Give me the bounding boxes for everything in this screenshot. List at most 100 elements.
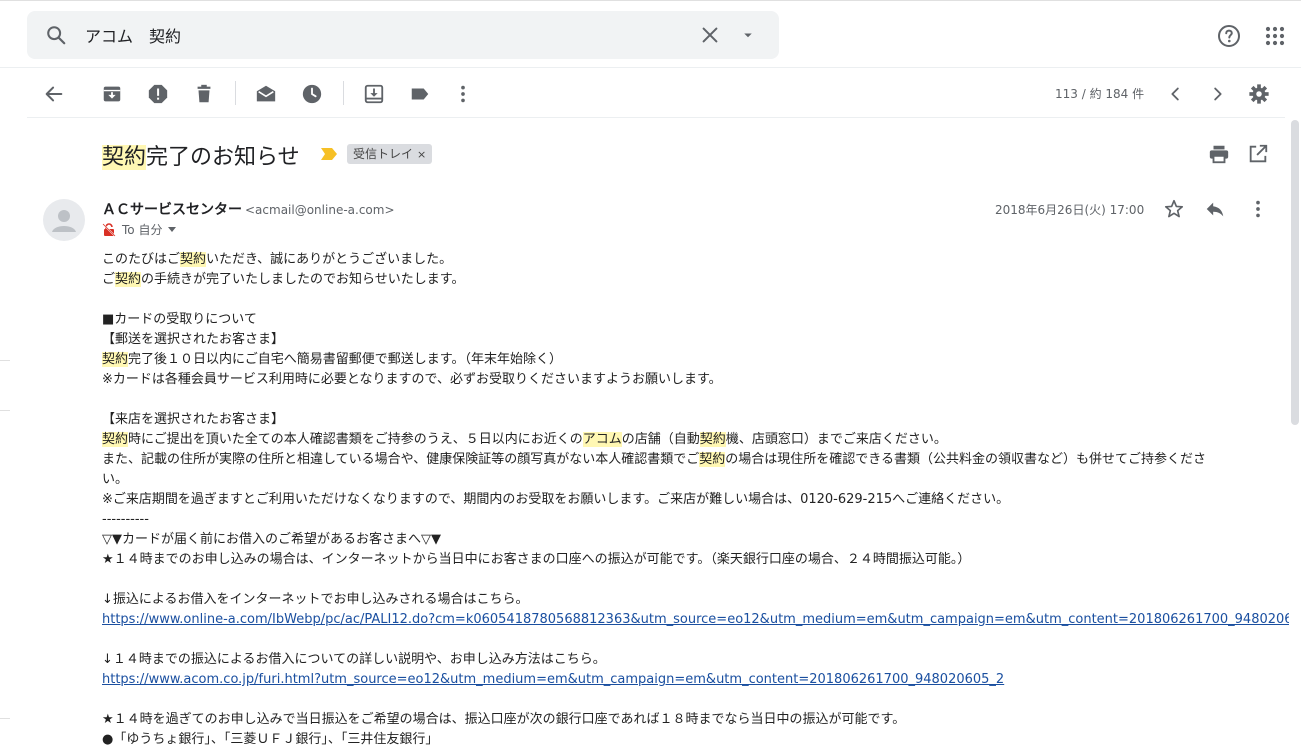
body-text: ※ご来店期間を過ぎますとご利用いただけなくなりますので、期間内のお受取をお願いし… bbox=[102, 492, 1010, 507]
body-text: ★１４時を過ぎてのお申し込みで当日振込をご希望の場合は、振込口座が次の銀行口座で… bbox=[102, 712, 906, 727]
body-line: い。 bbox=[102, 470, 1267, 490]
body-line: https://www.online-a.com/IbWebp/pc/ac/PA… bbox=[102, 610, 1301, 630]
search-icon[interactable] bbox=[45, 24, 67, 46]
email-body: このたびはご契約いただき、誠にありがとうございました。 ご契約の手続きが完了いたし… bbox=[102, 250, 1301, 750]
body-text: い。 bbox=[102, 472, 129, 487]
body-text: いただき、誠にありがとうございました。 bbox=[206, 252, 453, 267]
body-text: ▽▼カードが届く前にお借入のご希望があるお客さまへ▽▼ bbox=[102, 532, 441, 547]
body-text: ---------- bbox=[102, 512, 149, 527]
body-text: 【来店を選択されたお客さま】 bbox=[102, 412, 285, 427]
body-text: ★１４時までのお申し込みの場合は、インターネットから当日中にお客さまの口座への振… bbox=[102, 552, 971, 567]
body-text: の手続きが完了いたしましたのでお知らせいたします。 bbox=[141, 272, 465, 287]
left-edge-mark bbox=[0, 718, 10, 719]
scrollbar-thumb[interactable] bbox=[1291, 120, 1299, 425]
body-text: ■カードの受取りについて bbox=[102, 312, 257, 327]
body-line: 【郵送を選択されたお客さま】 bbox=[102, 330, 1267, 350]
recipient-text: To 自分 bbox=[122, 223, 163, 237]
older-chevron-right-icon[interactable] bbox=[1206, 83, 1228, 105]
body-text: ↓１４時までの振込によるお借入についての詳しい説明や、お申し込み方法はこちら。 bbox=[102, 652, 606, 667]
search-bar[interactable]: アコム 契約 bbox=[27, 11, 779, 59]
search-input[interactable]: アコム 契約 bbox=[85, 23, 181, 47]
search-term-highlight: 契約 bbox=[699, 432, 726, 447]
help-icon[interactable] bbox=[1217, 24, 1241, 48]
star-icon[interactable] bbox=[1163, 198, 1185, 220]
left-edge-mark bbox=[0, 360, 10, 361]
apps-grid-icon[interactable] bbox=[1263, 24, 1287, 48]
body-text: ご bbox=[102, 272, 116, 287]
importance-marker-icon[interactable] bbox=[320, 147, 338, 161]
body-line: ---------- bbox=[102, 510, 1267, 530]
sender-name[interactable]: ＡＣサービスセンター bbox=[102, 202, 242, 218]
body-text: ●「ゆうちょ銀行」、「三菱ＵＦＪ銀行」、「三井住友銀行」 bbox=[102, 732, 439, 747]
body-line: ↓振込によるお借入をインターネットでお申し込みされる場合はこちら。 bbox=[102, 590, 1267, 610]
body-line: ※カードは各種会員サービス利用時に必要となりますので、必ずお受取りくださいますよ… bbox=[102, 370, 1267, 390]
subject-search-highlight: 契約 bbox=[102, 145, 147, 170]
body-line: ご契約の手続きが完了いたしましたのでお知らせいたします。 bbox=[102, 270, 1267, 290]
body-link[interactable]: https://www.online-a.com/IbWebp/pc/ac/PA… bbox=[102, 612, 1301, 627]
body-text: の店舗（自動 bbox=[621, 432, 700, 447]
header-divider bbox=[0, 67, 1301, 68]
pagination-count: 113 / 約 184 件 bbox=[1055, 87, 1145, 101]
open-in-new-window-icon[interactable] bbox=[1247, 143, 1269, 165]
recipient-line[interactable]: To 自分 bbox=[102, 221, 177, 238]
snooze-clock-icon[interactable] bbox=[301, 83, 323, 105]
body-line: 契約完了後１０日以内にご自宅へ簡易書留郵便で郵送します。（年末年始除く） bbox=[102, 350, 1267, 370]
more-message-options-icon[interactable] bbox=[1247, 198, 1269, 220]
print-icon[interactable] bbox=[1208, 143, 1230, 165]
body-line: ※ご来店期間を過ぎますとご利用いただけなくなりますので、期間内のお受取をお願いし… bbox=[102, 490, 1267, 510]
settings-gear-icon[interactable] bbox=[1248, 83, 1270, 105]
search-options-dropdown-icon[interactable] bbox=[739, 26, 757, 44]
reply-icon[interactable] bbox=[1204, 198, 1226, 220]
body-line: 契約時にご提出を頂いた全ての本人確認書類をご持参のうえ、５日以内にお近くのアコム… bbox=[102, 430, 1267, 450]
more-options-icon[interactable] bbox=[452, 83, 474, 105]
label-text: 受信トレイ bbox=[353, 147, 414, 161]
toolbar-separator bbox=[343, 81, 344, 105]
remove-label-button[interactable]: × bbox=[417, 148, 426, 161]
clear-search-icon[interactable] bbox=[699, 24, 721, 46]
body-line: ●「ゆうちょ銀行」、「三菱ＵＦＪ銀行」、「三井住友銀行」 bbox=[102, 730, 1267, 750]
toolbar-separator bbox=[235, 81, 236, 105]
search-term-highlight: 契約 bbox=[102, 432, 129, 447]
label-tag-icon[interactable] bbox=[409, 83, 431, 105]
body-line: ★１４時までのお申し込みの場合は、インターネットから当日中にお客さまの口座への振… bbox=[102, 550, 1267, 570]
body-line: ▽▼カードが届く前にお借入のご希望があるお客さまへ▽▼ bbox=[102, 530, 1267, 550]
body-line: ★１４時を過ぎてのお申し込みで当日振込をご希望の場合は、振込口座が次の銀行口座で… bbox=[102, 710, 1267, 730]
body-text: このたびはご bbox=[102, 252, 181, 267]
delete-icon[interactable] bbox=[193, 83, 215, 105]
body-text: また、記載の住所が実際の住所と相違している場合や、健康保険証等の顔写真がない本人… bbox=[102, 452, 700, 467]
toolbar-divider bbox=[27, 117, 1285, 118]
mark-as-unread-icon[interactable] bbox=[255, 83, 277, 105]
newer-chevron-left-icon[interactable] bbox=[1165, 83, 1187, 105]
sender-avatar[interactable] bbox=[43, 199, 85, 241]
body-text: 完了後１０日以内にご自宅へ簡易書留郵便で郵送します。（年末年始除く） bbox=[128, 352, 562, 367]
back-arrow-icon[interactable] bbox=[43, 83, 65, 105]
show-details-caret-icon[interactable] bbox=[168, 227, 177, 232]
body-line: ■カードの受取りについて bbox=[102, 310, 1267, 330]
search-term-highlight: アコム bbox=[582, 432, 622, 447]
body-line: ↓１４時までの振込によるお借入についての詳しい説明や、お申し込み方法はこちら。 bbox=[102, 650, 1267, 670]
search-term-highlight: 契約 bbox=[115, 272, 142, 287]
sender[interactable]: ＡＣサービスセンター <acmail@online-a.com> bbox=[102, 199, 395, 219]
body-text: の場合は現住所を確認できる書類（公共料金の領収書など）も併せてご持参くださ bbox=[725, 452, 1206, 467]
body-text: 【郵送を選択されたお客さま】 bbox=[102, 332, 285, 347]
body-text: 時にご提出を頂いた全ての本人確認書類をご持参のうえ、５日以内にお近くの bbox=[128, 432, 583, 447]
body-link[interactable]: https://www.acom.co.jp/furi.html?utm_sou… bbox=[102, 672, 1004, 687]
body-line: https://www.acom.co.jp/furi.html?utm_sou… bbox=[102, 670, 1267, 690]
search-term-highlight: 契約 bbox=[102, 352, 129, 367]
left-edge-mark bbox=[0, 410, 10, 411]
archive-icon[interactable] bbox=[101, 83, 123, 105]
move-to-icon[interactable] bbox=[363, 83, 385, 105]
report-spam-icon[interactable] bbox=[147, 83, 169, 105]
no-encryption-lock-icon[interactable] bbox=[102, 223, 116, 237]
email-subject: 契約完了のお知らせ bbox=[102, 139, 300, 171]
body-line: 【来店を選択されたお客さま】 bbox=[102, 410, 1267, 430]
inbox-label-chip[interactable]: 受信トレイ × bbox=[347, 144, 433, 164]
search-term-highlight: 契約 bbox=[180, 252, 207, 267]
email-date: 2018年6月26日(火) 17:00 bbox=[995, 203, 1145, 217]
search-term-highlight: 契約 bbox=[699, 452, 726, 467]
